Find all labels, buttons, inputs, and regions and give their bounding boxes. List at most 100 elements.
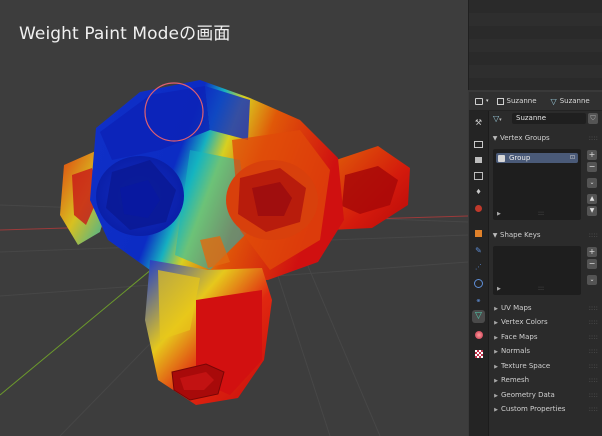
collapsed-arrow-icon: ▶ (494, 393, 498, 399)
tab-particles[interactable]: ⋰ (472, 260, 485, 273)
add-shape-key-button[interactable]: + (587, 247, 597, 257)
expand-arrow-icon: ▼ (492, 135, 498, 142)
collapsed-arrow-icon: ▶ (494, 407, 498, 413)
fake-user-shield-icon[interactable]: ⛉ (588, 113, 598, 124)
outliner[interactable] (468, 0, 602, 90)
remove-shape-key-button[interactable]: − (587, 259, 597, 269)
normals-panel[interactable]: ▶ Normals:::: (489, 344, 602, 358)
object-icon (496, 97, 504, 105)
editor-type-dropdown[interactable]: ▾ (475, 97, 489, 105)
drag-handle-icon[interactable]: :::: (589, 402, 598, 416)
collapsed-arrow-icon: ▶ (494, 364, 498, 370)
panel-label: Remesh (501, 376, 530, 384)
collapsed-arrow-icon: ▶ (494, 335, 498, 341)
tab-constraints[interactable]: ⚭ (472, 294, 485, 307)
collapsed-arrow-icon: ▶ (494, 349, 498, 355)
mesh-name-crumb[interactable]: ▽ Suzanne (551, 97, 590, 106)
drag-handle-icon[interactable]: :::: (589, 301, 598, 315)
object-name-label: Suzanne (506, 97, 537, 105)
tab-scene[interactable]: ♦ (472, 185, 485, 198)
tab-view-layer[interactable] (472, 169, 485, 182)
tab-data[interactable]: ▽ (472, 310, 485, 323)
mesh-data-icon: ▽ (550, 96, 557, 106)
vertex-groups-label: Vertex Groups (500, 134, 550, 142)
list-resize-handle[interactable]: ::: (538, 210, 544, 217)
custom-properties-panel[interactable]: ▶ Custom Properties:::: (489, 402, 602, 416)
panel-label: Normals (501, 347, 530, 355)
mesh-name-label: Suzanne (559, 97, 590, 105)
add-vertex-group-button[interactable]: + (587, 150, 597, 160)
geometry-data-panel[interactable]: ▶ Geometry Data:::: (489, 388, 602, 402)
panel-label: Geometry Data (501, 391, 555, 399)
tab-texture[interactable] (472, 347, 485, 360)
shape-keys-list[interactable] (493, 246, 581, 295)
face-maps-panel[interactable]: ▶ Face Maps:::: (489, 330, 602, 344)
lock-icon[interactable]: ⊡ (570, 153, 575, 163)
tab-render[interactable] (472, 138, 485, 151)
uv-maps-panel[interactable]: ▶ UV Maps:::: (489, 301, 602, 315)
mesh-datablock-row: ▽▾ Suzanne ⛉ (492, 113, 598, 125)
properties-editor-icon (475, 97, 483, 105)
move-up-button[interactable]: ▲ (587, 194, 597, 204)
drag-handle-icon[interactable]: :::: (589, 359, 598, 373)
3d-viewport[interactable]: Weight Paint Modeの画面 (0, 0, 468, 436)
viewport-canvas[interactable] (0, 0, 468, 436)
physics-icon (474, 279, 483, 288)
mesh-datablock-field[interactable]: Suzanne (512, 113, 586, 124)
page-title: Weight Paint Modeの画面 (19, 24, 231, 44)
suzanne-mesh[interactable] (60, 80, 410, 405)
scene-icon: ♦ (475, 187, 482, 196)
object-name-crumb[interactable]: Suzanne (496, 97, 537, 105)
vertex-group-name: Group (509, 154, 531, 162)
drag-handle-icon[interactable]: :::: (589, 373, 598, 387)
drag-handle-icon[interactable]: :::: (589, 344, 598, 358)
properties-tabs: ⚒ ♦ ✎ ⋰ ⚭ ▽ (469, 111, 489, 436)
collapsed-arrow-icon: ▶ (494, 378, 498, 384)
remesh-panel[interactable]: ▶ Remesh:::: (489, 373, 602, 387)
drag-handle-icon[interactable]: :::: (589, 131, 598, 145)
expand-arrow-icon: ▼ (492, 232, 498, 239)
render-icon (474, 141, 483, 148)
vertex-groups-panel-header[interactable]: ▼ Vertex Groups :::: (489, 131, 602, 145)
tab-output[interactable] (472, 153, 485, 166)
mesh-datablock-icon[interactable]: ▽▾ (493, 113, 502, 126)
view-layer-icon (474, 171, 483, 180)
constraints-icon: ⚭ (475, 296, 482, 305)
vertex-group-specials-button[interactable]: ⌄ (587, 178, 597, 188)
drag-handle-icon[interactable]: :::: (589, 228, 598, 242)
output-icon (475, 156, 482, 163)
vertex-group-icon (498, 154, 505, 162)
drag-handle-icon[interactable]: :::: (589, 330, 598, 344)
panel-label: Face Maps (501, 333, 538, 341)
drag-handle-icon[interactable]: :::: (589, 315, 598, 329)
tab-object[interactable] (472, 227, 485, 240)
material-icon (474, 330, 483, 339)
tab-tool[interactable]: ⚒ (472, 116, 485, 129)
drag-handle-icon[interactable]: :::: (589, 388, 598, 402)
list-expand-icon[interactable]: ▶ (497, 286, 501, 292)
remove-vertex-group-button[interactable]: − (587, 162, 597, 172)
list-expand-icon[interactable]: ▶ (497, 211, 501, 217)
panel-label: Custom Properties (501, 405, 566, 413)
panel-label: Texture Space (501, 362, 551, 370)
vertex-group-item[interactable]: Group ⊡ (496, 153, 578, 163)
tab-material[interactable] (472, 328, 485, 341)
list-resize-handle[interactable]: ::: (538, 285, 544, 292)
object-tab-icon (475, 230, 482, 237)
world-icon (475, 205, 482, 212)
panel-label: Vertex Colors (501, 318, 548, 326)
wrench-icon: ✎ (475, 246, 482, 255)
properties-header: ▾ Suzanne ▽ Suzanne (469, 92, 602, 111)
tab-world[interactable] (472, 202, 485, 215)
collapsed-arrow-icon: ▶ (494, 306, 498, 312)
texture-space-panel[interactable]: ▶ Texture Space:::: (489, 359, 602, 373)
tool-icon: ⚒ (474, 118, 483, 127)
mesh-data-tab-icon: ▽ (475, 311, 482, 321)
shape-key-specials-button[interactable]: ⌄ (587, 275, 597, 285)
tab-modifiers[interactable]: ✎ (472, 244, 485, 257)
shape-keys-label: Shape Keys (500, 231, 541, 239)
vertex-colors-panel[interactable]: ▶ Vertex Colors:::: (489, 315, 602, 329)
shape-keys-panel-header[interactable]: ▼ Shape Keys :::: (489, 228, 602, 242)
tab-physics[interactable] (472, 277, 485, 290)
move-down-button[interactable]: ▼ (587, 206, 597, 216)
